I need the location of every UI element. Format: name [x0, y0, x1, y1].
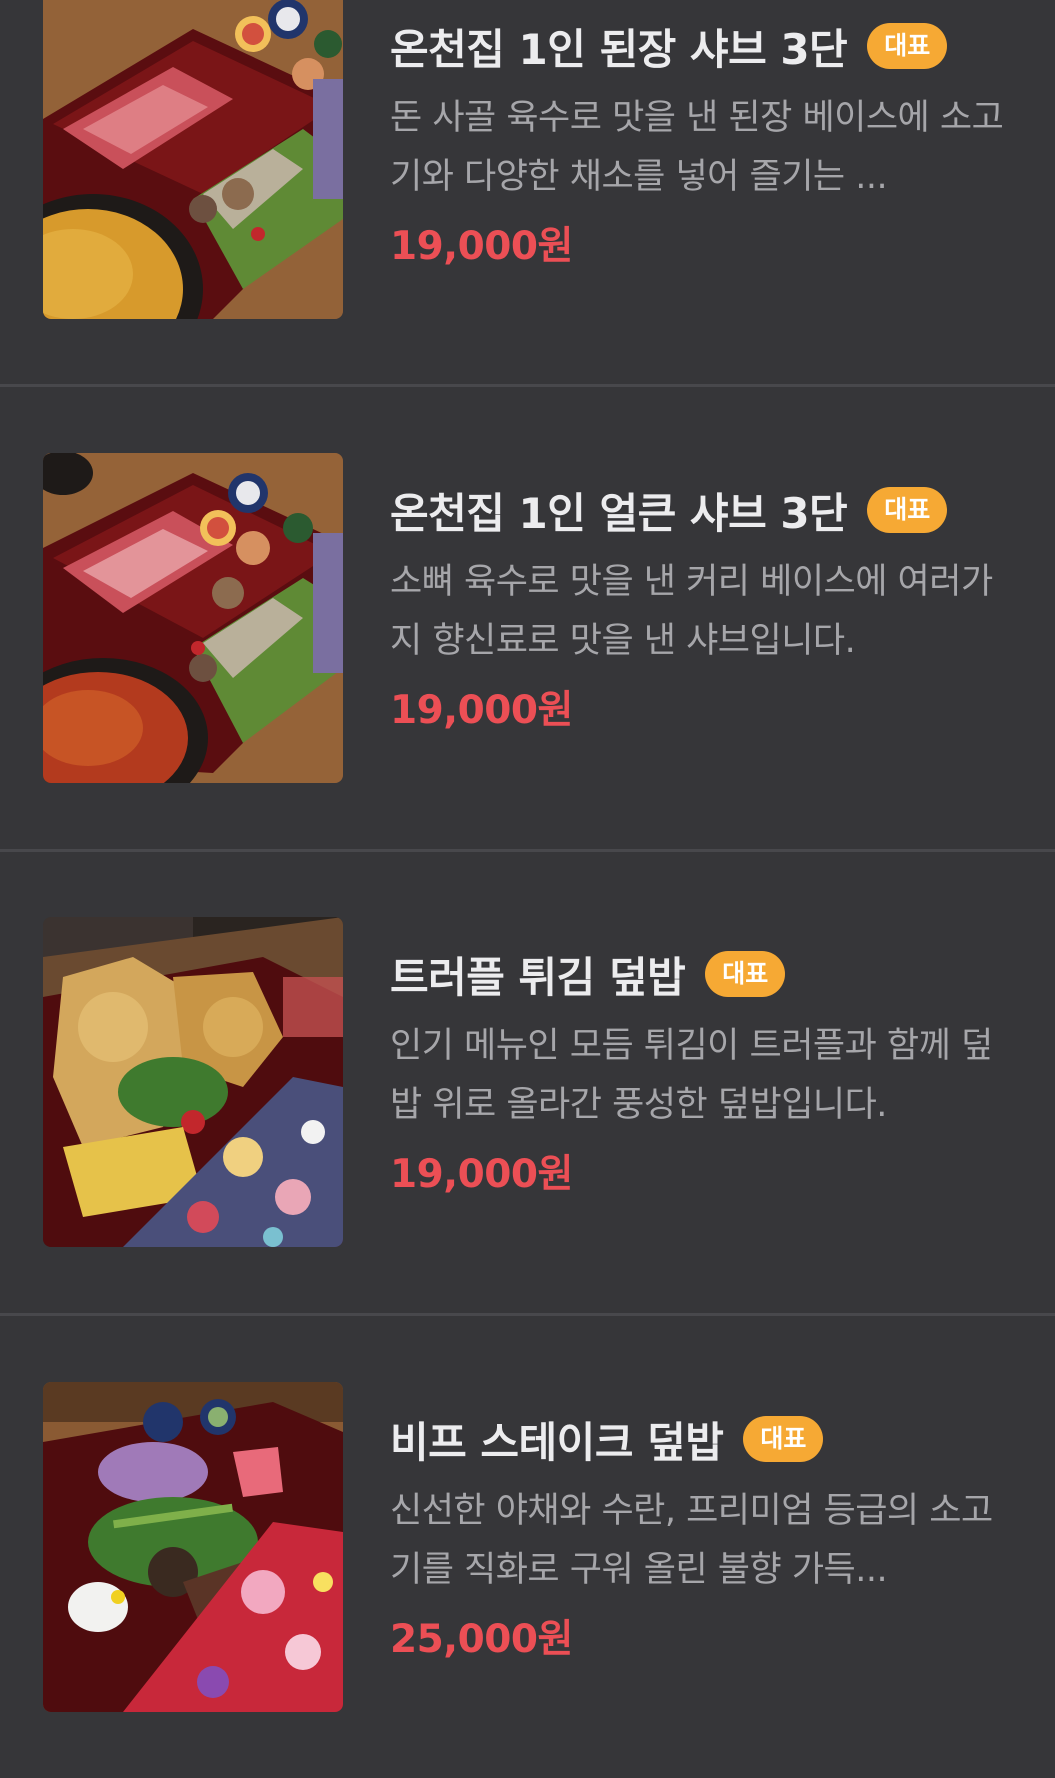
menu-item[interactable]: 트러플 튀김 덮밥 대표 인기 메뉴인 모듬 튀김이 트러플과 함께 덮밥 위로…: [0, 849, 1055, 1313]
menu-item[interactable]: 온천집 1인 된장 샤브 3단 대표 돈 사골 육수로 맛을 낸 된장 베이스에…: [0, 0, 1055, 385]
menu-item-image: [43, 453, 343, 783]
menu-item-price: 19,000원: [390, 1152, 573, 1197]
menu-item-info: 온천집 1인 얼큰 샤브 3단 대표 소뼈 육수로 맛을 낸 커리 베이스에 여…: [390, 480, 1030, 735]
menu-item-info: 온천집 1인 된장 샤브 3단 대표 돈 사골 육수로 맛을 낸 된장 베이스에…: [390, 16, 1030, 271]
menu-item-image: [43, 1382, 343, 1712]
menu-item-description: 돈 사골 육수로 맛을 낸 된장 베이스에 소고기와 다양한 채소를 넣어 즐기…: [390, 98, 1004, 197]
signature-badge: 대표: [867, 487, 948, 533]
menu-item-info: 트러플 튀김 덮밥 대표 인기 메뉴인 모듬 튀김이 트러플과 함께 덮밥 위로…: [390, 944, 1030, 1199]
menu-item-title: 트러플 튀김 덮밥: [390, 952, 686, 1002]
signature-badge: 대표: [743, 1416, 824, 1462]
menu-item-image: [43, 917, 343, 1247]
menu-item-price: 19,000원: [390, 224, 573, 269]
menu-item-image: [43, 0, 343, 319]
menu-item-description: 인기 메뉴인 모듬 튀김이 트러플과 함께 덮밥 위로 올라간 풍성한 덮밥입니…: [390, 1026, 993, 1125]
menu-item-title: 비프 스테이크 덮밥: [390, 1417, 724, 1467]
menu-item-price: 25,000원: [390, 1617, 573, 1662]
signature-badge: 대표: [705, 951, 786, 997]
menu-item-title: 온천집 1인 얼큰 샤브 3단: [390, 488, 848, 538]
menu-item-info: 비프 스테이크 덮밥 대표 신선한 야채와 수란, 프리미엄 등급의 소고기를 …: [390, 1409, 1030, 1664]
menu-item-price: 19,000원: [390, 688, 573, 733]
signature-badge: 대표: [867, 23, 948, 69]
menu-item-description: 소뼈 육수로 맛을 낸 커리 베이스에 여러가지 향신료로 맛을 낸 샤브입니다…: [390, 562, 993, 661]
menu-item[interactable]: 비프 스테이크 덮밥 대표 신선한 야채와 수란, 프리미엄 등급의 소고기를 …: [0, 1314, 1055, 1778]
menu-item-description: 신선한 야채와 수란, 프리미엄 등급의 소고기를 직화로 구워 올린 불향 가…: [390, 1491, 993, 1590]
menu-list: 온천집 1인 된장 샤브 3단 대표 돈 사골 육수로 맛을 낸 된장 베이스에…: [0, 0, 1055, 1712]
menu-item-title: 온천집 1인 된장 샤브 3단: [390, 24, 848, 74]
menu-item[interactable]: 온천집 1인 얼큰 샤브 3단 대표 소뼈 육수로 맛을 낸 커리 베이스에 여…: [0, 385, 1055, 849]
